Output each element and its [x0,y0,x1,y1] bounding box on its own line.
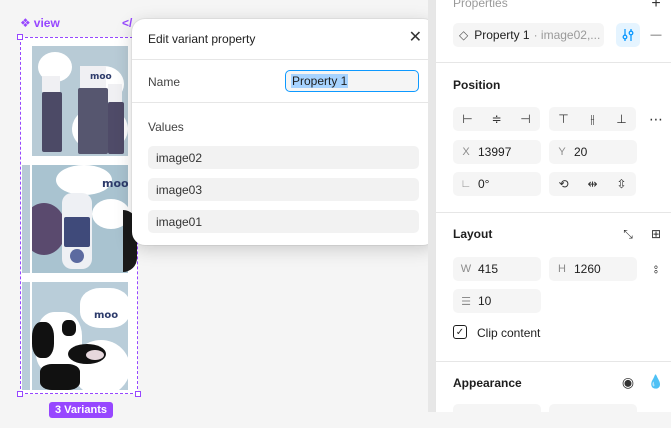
clip-content-checkbox[interactable]: ✓ [453,325,467,339]
opacity-field[interactable] [453,404,541,428]
align-middle-v-icon[interactable]: ⫲ [578,107,607,131]
resize-handle-br[interactable] [135,391,141,397]
clip-content-label: Clip content [477,326,541,340]
properties-panel: Properties + ◇ Property 1 · image02,... … [435,0,671,428]
variant-image03-thumbnail[interactable]: moo [32,165,128,273]
rotation-value: 0° [478,177,490,191]
property-chip-values: · image02,... [533,28,600,42]
constrain-proportions-icon[interactable]: ⦂ [644,257,668,281]
edit-variant-property-dialog: Edit variant property ✕ Name Property 1 … [132,19,436,245]
x-position-field[interactable]: X 13997 [453,140,541,164]
w-value: 415 [478,262,499,276]
y-label: Y [558,146,566,158]
collapse-layout-icon[interactable]: ⤡ [616,222,640,246]
value-item[interactable]: image02 [148,146,419,169]
dialog-title: Edit variant property [148,32,256,46]
property-name-input[interactable]: Property 1 [285,70,419,92]
rotation-icon: ∟ [460,178,472,190]
y-position-field[interactable]: Y 20 [549,140,637,164]
vertical-align-group: ⊤ ⫲ ⊥ [549,107,636,131]
position-title: Position [453,78,501,92]
brand-text: moo [94,310,119,321]
height-field[interactable]: H 1260 [549,257,637,281]
flip-horizontal-icon[interactable]: ⇹ [578,172,607,196]
horizontal-align-group: ⊢ ≑ ⊣ [453,107,540,131]
value-item[interactable]: image03 [148,178,419,201]
section-divider [436,212,671,213]
h-label: H [558,263,566,275]
vertical-gap-icon: ☰ [461,295,471,308]
name-row: Name Property 1 [132,60,436,103]
flip-vertical-icon[interactable]: ⇳ [607,172,636,196]
edit-property-icon[interactable] [616,23,640,47]
properties-title: Properties [453,0,508,10]
section-divider [436,361,671,362]
panel-resize-divider[interactable] [428,0,435,412]
brand-text: moo [90,72,112,82]
transform-group: ⟲ ⇹ ⇳ [549,172,636,196]
gap-field[interactable]: ☰ 10 [453,289,541,313]
frame-label-text: view [33,16,60,30]
variant-edge-strip [22,165,30,273]
appearance-title: Appearance [453,376,522,390]
h-value: 1260 [574,262,601,276]
rotate-90-icon[interactable]: ⟲ [549,172,578,196]
eye-icon[interactable]: ◉ [616,370,640,394]
rotation-field[interactable]: ∟ 0° [453,172,541,196]
variant-edge-strip [22,282,30,390]
variant-image02-thumbnail[interactable]: moo [32,46,128,156]
w-label: W [460,263,472,275]
align-top-icon[interactable]: ⊤ [549,107,578,131]
brand-text: moo [102,177,128,190]
values-label: Values [148,120,184,134]
add-auto-layout-icon[interactable]: ⊞ [644,222,668,246]
align-center-h-icon[interactable]: ≑ [482,107,511,131]
close-icon[interactable]: ✕ [409,30,422,46]
name-label: Name [148,75,181,89]
corner-radius-field[interactable] [549,404,637,428]
width-field[interactable]: W 415 [453,257,541,281]
x-label: X [462,146,470,158]
blend-mode-drop-icon[interactable]: 💧 [644,370,668,394]
align-left-icon[interactable]: ⊢ [453,107,482,131]
y-value: 20 [574,145,588,159]
dialog-header: Edit variant property ✕ [132,19,436,60]
x-value: 13997 [478,145,512,159]
resize-handle-bl[interactable] [17,391,23,397]
property-chip[interactable]: ◇ Property 1 · image02,... [453,23,604,47]
code-icon[interactable]: </ [122,16,132,30]
property-name-selected-text: Property 1 [291,74,349,88]
align-right-icon[interactable]: ⊣ [511,107,540,131]
layout-title: Layout [453,227,493,241]
resize-handle-tl[interactable] [17,34,23,40]
frame-label[interactable]: ❖ view [20,16,60,30]
align-bottom-icon[interactable]: ⊥ [607,107,636,131]
remove-property-icon[interactable]: — [644,23,668,47]
add-property-icon[interactable]: + [644,0,668,16]
section-divider [436,62,671,63]
variant-diamond-icon: ◇ [459,28,469,42]
property-chip-name: Property 1 [474,28,530,42]
variant-image01-thumbnail[interactable]: moo [32,282,128,390]
value-item[interactable]: image01 [148,210,419,233]
variants-badge[interactable]: 3 Variants [49,402,113,418]
component-set-icon: ❖ [20,16,31,30]
more-options-icon[interactable]: ⋯ [644,107,668,131]
gap-value: 10 [478,294,492,308]
